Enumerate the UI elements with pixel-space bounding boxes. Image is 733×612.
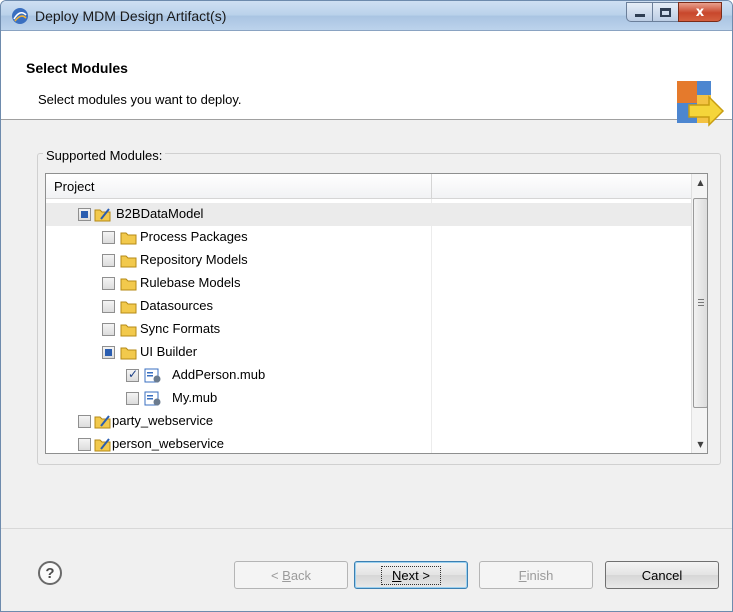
scrollbar-thumb[interactable] xyxy=(693,198,707,408)
checkbox[interactable] xyxy=(102,254,115,267)
minimize-button[interactable] xyxy=(626,2,653,22)
back-rest: ack xyxy=(290,567,312,583)
grip-line xyxy=(698,302,704,303)
column-divider[interactable] xyxy=(431,174,432,199)
folder-icon xyxy=(120,255,137,268)
tree-row-label: person_webservice xyxy=(112,436,225,451)
maximize-button[interactable] xyxy=(652,2,679,22)
tree-row-label: B2BDataModel xyxy=(116,206,204,221)
mub-file-icon xyxy=(144,391,161,406)
tree-row-person-webservice[interactable]: person_webservice xyxy=(46,433,691,453)
next-mnemonic: N xyxy=(392,567,402,583)
checkbox[interactable] xyxy=(126,392,139,405)
back-button[interactable]: < Back xyxy=(234,561,348,589)
mub-file-icon xyxy=(144,368,161,383)
app-icon xyxy=(12,8,28,24)
scroll-up-arrow-icon[interactable]: ▲ xyxy=(692,174,707,191)
checkbox[interactable] xyxy=(78,415,91,428)
tree-header: Project xyxy=(46,174,691,199)
project-folder-icon xyxy=(94,208,111,222)
module-tree[interactable]: Project B2BDataModel Process Packages Re… xyxy=(45,173,708,454)
tree-row-party-webservice[interactable]: party_webservice xyxy=(46,410,691,433)
checkbox[interactable] xyxy=(102,231,115,244)
checkbox[interactable] xyxy=(102,323,115,336)
finish-mnemonic: F xyxy=(518,567,527,583)
back-button-label: < Back xyxy=(267,568,315,583)
folder-icon xyxy=(120,278,137,291)
finish-button[interactable]: Finish xyxy=(479,561,593,589)
scroll-down-arrow-icon[interactable]: ▼ xyxy=(692,436,707,453)
tree-row-my-mub[interactable]: My.mub xyxy=(46,387,691,410)
help-icon[interactable]: ? xyxy=(38,561,62,585)
deploy-wizard-icon xyxy=(677,81,725,127)
column-header-project[interactable]: Project xyxy=(54,179,94,194)
folder-icon xyxy=(120,347,137,360)
tree-row-ui-builder[interactable]: UI Builder xyxy=(46,341,691,364)
tree-row-sync-formats[interactable]: Sync Formats xyxy=(46,318,691,341)
finish-rest: inish xyxy=(526,567,554,583)
title-bar[interactable]: Deploy MDM Design Artifact(s) x xyxy=(1,1,732,31)
tree-row-label: Datasources xyxy=(140,298,213,313)
page-description: Select modules you want to deploy. xyxy=(38,92,242,107)
tree-row-label: Repository Models xyxy=(140,252,248,267)
maximize-icon xyxy=(660,7,671,17)
back-mnemonic: B xyxy=(282,567,291,583)
tree-row-datasources[interactable]: Datasources xyxy=(46,295,691,318)
close-icon: x xyxy=(695,4,705,20)
checkbox[interactable] xyxy=(102,277,115,290)
checkbox[interactable] xyxy=(102,346,115,359)
vertical-scrollbar[interactable]: ▲ ▼ xyxy=(691,174,707,453)
cancel-button[interactable]: Cancel xyxy=(605,561,719,589)
tree-row-label: party_webservice xyxy=(112,413,214,428)
project-folder-icon xyxy=(94,415,111,429)
checkbox[interactable] xyxy=(78,438,91,451)
folder-icon xyxy=(120,232,137,245)
tree-row-label: UI Builder xyxy=(140,344,198,359)
tree-row-process-packages[interactable]: Process Packages xyxy=(46,226,691,249)
folder-icon xyxy=(120,301,137,314)
project-folder-icon xyxy=(94,438,111,452)
tree-row-label: My.mub xyxy=(172,390,218,405)
tree-row-repository-models[interactable]: Repository Models xyxy=(46,249,691,272)
wizard-header: Select Modules Select modules you want t… xyxy=(1,31,732,127)
button-bar-divider xyxy=(1,528,732,529)
close-button[interactable]: x xyxy=(678,2,722,22)
window-title: Deploy MDM Design Artifact(s) xyxy=(35,8,227,24)
next-button-label: Next > xyxy=(381,565,441,585)
group-label: Supported Modules: xyxy=(43,148,166,163)
checkbox[interactable] xyxy=(102,300,115,313)
tree-row-b2bdatamodel[interactable]: B2BDataModel xyxy=(46,203,691,226)
checkbox[interactable] xyxy=(78,208,91,221)
page-title: Select Modules xyxy=(26,60,128,76)
tree-row-rulebase-models[interactable]: Rulebase Models xyxy=(46,272,691,295)
minimize-icon xyxy=(634,13,645,17)
finish-button-label: Finish xyxy=(515,568,558,583)
next-rest: ext > xyxy=(401,567,430,583)
tree-row-label: Sync Formats xyxy=(140,321,221,336)
back-prefix: < xyxy=(270,567,283,583)
deploy-dialog: Deploy MDM Design Artifact(s) x Select M… xyxy=(0,0,733,612)
next-button[interactable]: Next > xyxy=(354,561,468,589)
tree-row-label: AddPerson.mub xyxy=(172,367,266,382)
tree-row-label: Process Packages xyxy=(140,229,248,244)
grip-line xyxy=(698,305,704,306)
tree-row-addperson[interactable]: AddPerson.mub xyxy=(46,364,691,387)
checkbox[interactable] xyxy=(126,367,139,382)
tree-row-label: Rulebase Models xyxy=(140,275,241,290)
cancel-button-label: Cancel xyxy=(641,567,683,583)
folder-icon xyxy=(120,324,137,337)
grip-line xyxy=(698,299,704,300)
